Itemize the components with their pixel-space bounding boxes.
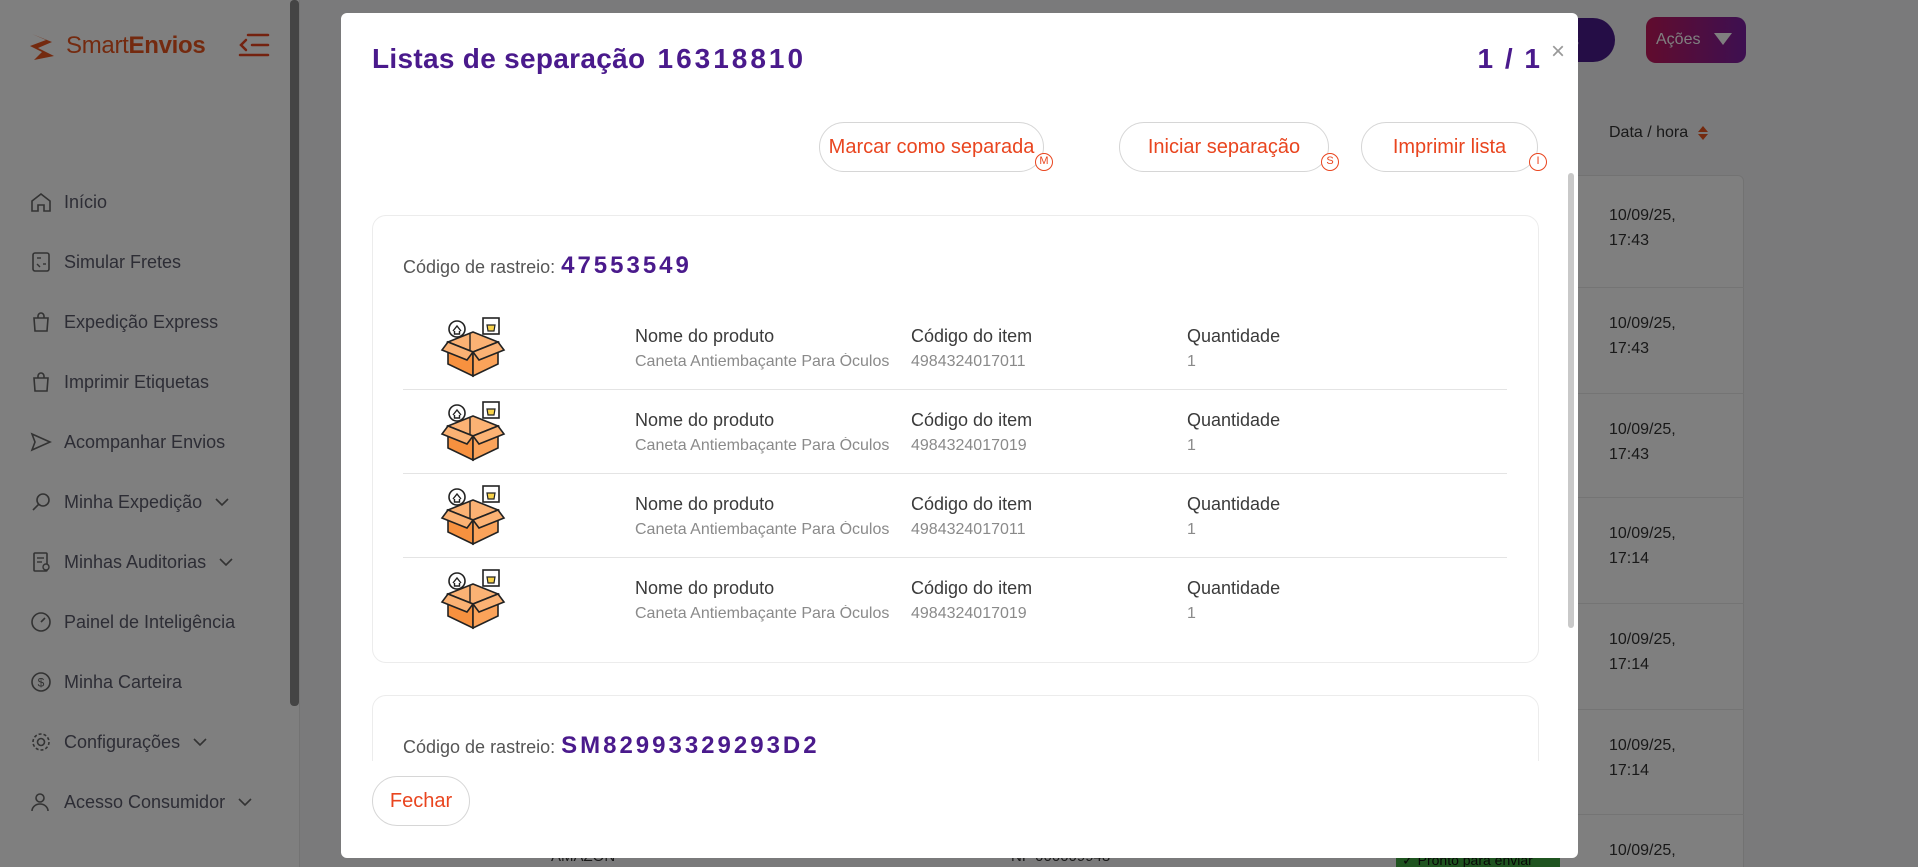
product-box-icon: [440, 316, 506, 380]
quantity-header: Quantidade: [1187, 494, 1281, 514]
close-button[interactable]: Fechar: [372, 776, 470, 826]
start-separation-button[interactable]: Iniciar separação: [1119, 122, 1329, 172]
quantity-value: 1: [1187, 605, 1196, 622]
separation-list-modal: Listas de separação 16318810 1 / 1 × Mar…: [341, 13, 1578, 858]
hotkey-badge-m: M: [1035, 153, 1053, 171]
item-code-value: 4984324017019: [911, 605, 1027, 622]
product-name-column: Nome do produto Caneta Antiembaçante Para…: [635, 578, 895, 623]
modal-scrollbar[interactable]: [1568, 173, 1574, 628]
pager: 1 / 1: [1477, 43, 1542, 74]
print-list-button[interactable]: Imprimir lista: [1361, 122, 1538, 172]
item-code-value: 4984324017019: [911, 437, 1027, 454]
modal-scroll-area[interactable]: Código de rastreio: 47553549 Nome do pro…: [372, 201, 1539, 761]
product-row: Nome do produto Caneta Antiembaçante Para…: [403, 474, 1507, 558]
tracking-header: Código de rastreio: SM82993329293D2: [403, 732, 820, 760]
product-box-icon: [440, 568, 506, 632]
product-name-column: Nome do produto Caneta Antiembaçante Para…: [635, 410, 895, 455]
product-name-header: Nome do produto: [635, 494, 775, 514]
product-name-header: Nome do produto: [635, 410, 775, 430]
tracking-code: 47553549: [561, 252, 692, 279]
item-code-value: 4984324017011: [911, 521, 1026, 538]
product-row: Nome do produto Caneta Antiembaçante Para…: [403, 306, 1507, 390]
item-code-column: Código do item 4984324017019: [911, 410, 1151, 455]
tracking-header: Código de rastreio: 47553549: [403, 252, 692, 280]
product-row: Nome do produto Caneta Antiembaçante Para…: [403, 390, 1507, 474]
quantity-value: 1: [1187, 437, 1196, 454]
product-name-value: Caneta Antiembaçante Para Óculos: [635, 521, 890, 538]
tracking-card: Código de rastreio: 47553549 Nome do pro…: [372, 215, 1539, 663]
tracking-code: SM82993329293D2: [561, 732, 820, 759]
item-code-header: Código do item: [911, 578, 1033, 598]
tracking-card: Código de rastreio: SM82993329293D2: [372, 695, 1539, 761]
item-code-column: Código do item 4984324017011: [911, 326, 1151, 371]
item-code-header: Código do item: [911, 494, 1033, 514]
quantity-column: Quantidade 1: [1187, 578, 1387, 623]
hotkey-badge-i: I: [1529, 153, 1547, 171]
item-code-column: Código do item 4984324017019: [911, 578, 1151, 623]
mark-as-separated-button[interactable]: Marcar como separada: [819, 122, 1044, 172]
item-list: Nome do produto Caneta Antiembaçante Para…: [403, 306, 1507, 642]
product-name-value: Caneta Antiembaçante Para Óculos: [635, 353, 890, 370]
quantity-column: Quantidade 1: [1187, 494, 1387, 539]
product-name-value: Caneta Antiembaçante Para Óculos: [635, 605, 890, 622]
quantity-header: Quantidade: [1187, 326, 1281, 346]
quantity-value: 1: [1187, 353, 1196, 370]
modal-title-number: 16318810: [657, 43, 807, 74]
item-code-header: Código do item: [911, 326, 1033, 346]
hotkey-badge-s: S: [1321, 153, 1339, 171]
modal-title: Listas de separação 16318810: [372, 43, 807, 74]
product-row: Nome do produto Caneta Antiembaçante Para…: [403, 558, 1507, 642]
product-box-icon: [440, 484, 506, 548]
tracking-label: Código de rastreio:: [403, 737, 556, 757]
quantity-value: 1: [1187, 521, 1196, 538]
product-name-header: Nome do produto: [635, 578, 775, 598]
close-icon[interactable]: ×: [1548, 40, 1568, 64]
item-code-column: Código do item 4984324017011: [911, 494, 1151, 539]
quantity-column: Quantidade 1: [1187, 326, 1387, 371]
quantity-header: Quantidade: [1187, 410, 1281, 430]
quantity-header: Quantidade: [1187, 578, 1281, 598]
item-code-value: 4984324017011: [911, 353, 1026, 370]
product-name-header: Nome do produto: [635, 326, 775, 346]
quantity-column: Quantidade 1: [1187, 410, 1387, 455]
product-name-column: Nome do produto Caneta Antiembaçante Para…: [635, 326, 895, 371]
item-code-header: Código do item: [911, 410, 1033, 430]
product-name-value: Caneta Antiembaçante Para Óculos: [635, 437, 890, 454]
product-name-column: Nome do produto Caneta Antiembaçante Para…: [635, 494, 895, 539]
product-box-icon: [440, 400, 506, 464]
tracking-label: Código de rastreio:: [403, 257, 556, 277]
